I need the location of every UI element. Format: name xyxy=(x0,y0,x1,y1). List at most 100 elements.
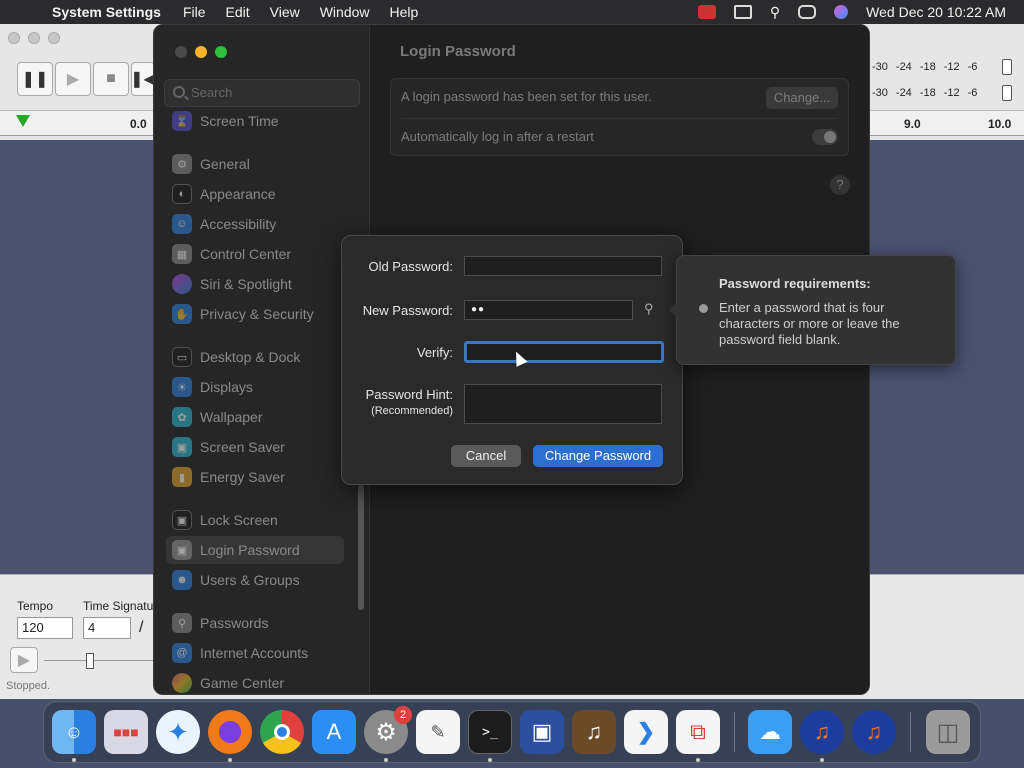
sidebar-item-privacy-security[interactable]: ✋ Privacy & Security xyxy=(166,300,344,328)
stop-button[interactable]: ■ xyxy=(93,62,129,96)
menu-view[interactable]: View xyxy=(270,4,300,20)
running-indicator xyxy=(696,758,700,762)
vmware-icon[interactable]: ⧉ xyxy=(676,710,720,754)
auto-login-label: Automatically log in after a restart xyxy=(401,129,594,144)
daw-zoom-icon[interactable] xyxy=(48,32,60,44)
sidebar-item-appearance[interactable]: ◐ Appearance xyxy=(166,180,344,208)
sidebar-item-screen-saver[interactable]: ▣ Screen Saver xyxy=(166,433,344,461)
chrome-icon[interactable] xyxy=(260,710,304,754)
daw-minimize-icon[interactable] xyxy=(28,32,40,44)
pause-button[interactable]: ❚❚ xyxy=(17,62,53,96)
password-hint-field[interactable] xyxy=(464,384,662,424)
sidebar-item-accessibility[interactable]: ☺ Accessibility xyxy=(166,210,344,238)
meter-slider[interactable] xyxy=(1002,85,1012,101)
sidebar-item-label: Lock Screen xyxy=(200,512,278,528)
app-store-icon[interactable]: A xyxy=(312,710,356,754)
sidebar-item-users-groups[interactable]: ☻ Users & Groups xyxy=(166,566,344,594)
menu-file[interactable]: File xyxy=(183,4,206,20)
skip-start-button[interactable]: ❚◀ xyxy=(130,62,156,96)
help-button[interactable]: ? xyxy=(830,175,850,195)
sidebar-item-energy-saver[interactable]: ▮ Energy Saver xyxy=(166,463,344,491)
sidebar-item-game-center[interactable]: Game Center xyxy=(166,669,344,694)
menu-window[interactable]: Window xyxy=(320,4,370,20)
sidebar-item-displays[interactable]: ☀ Displays xyxy=(166,373,344,401)
sidebar-item-label: Siri & Spotlight xyxy=(200,276,292,292)
popover-title: Password requirements: xyxy=(719,276,871,291)
key-icon[interactable]: ⚲ xyxy=(644,301,658,319)
control-center-icon: ▦ xyxy=(172,244,192,264)
ruler-mark: 0.0 xyxy=(130,117,147,131)
sun-icon: ☀ xyxy=(172,377,192,397)
zoom-icon[interactable] xyxy=(215,46,227,58)
audacity-icon[interactable]: ♫ xyxy=(800,710,844,754)
search-icon[interactable]: ⚲ xyxy=(770,4,780,21)
menu-clock[interactable]: Wed Dec 20 10:22 AM xyxy=(866,4,1006,20)
launchpad-icon[interactable]: ■■■ xyxy=(104,710,148,754)
requirement-status-icon xyxy=(699,304,708,313)
sidebar-item-label: Users & Groups xyxy=(200,572,300,588)
verify-field[interactable] xyxy=(464,341,664,363)
sidebar-item-passwords[interactable]: ⚲ Passwords xyxy=(166,609,344,637)
time-signature-label: Time Signatu xyxy=(83,599,154,613)
weather-icon[interactable]: ☁ xyxy=(748,710,792,754)
sidebar-item-label: General xyxy=(200,156,250,172)
close-icon[interactable] xyxy=(175,46,187,58)
running-indicator xyxy=(228,758,232,762)
menu-edit[interactable]: Edit xyxy=(226,4,250,20)
daw-close-icon[interactable] xyxy=(8,32,20,44)
auto-login-toggle[interactable] xyxy=(812,129,838,145)
play-button[interactable]: ▶ xyxy=(55,62,91,96)
old-password-field[interactable] xyxy=(464,256,662,276)
sidebar-item-siri-spotlight[interactable]: Siri & Spotlight xyxy=(166,270,344,298)
change-password-submit-button[interactable]: Change Password xyxy=(533,445,663,467)
meter-slider[interactable] xyxy=(1002,59,1012,75)
finder-icon[interactable]: ☺ xyxy=(52,710,96,754)
search-input[interactable]: Search xyxy=(164,79,360,107)
sidebar-item-desktop-dock[interactable]: ▭ Desktop & Dock xyxy=(166,343,344,371)
sidebar-item-internet-accounts[interactable]: @ Internet Accounts xyxy=(166,639,344,667)
meter-tick: -18 xyxy=(919,87,936,99)
safari-icon[interactable]: ✦ xyxy=(156,710,200,754)
verify-label: Verify: xyxy=(416,345,453,360)
status-app-icon[interactable] xyxy=(697,5,716,19)
sidebar-item-general[interactable]: ⚙ General xyxy=(166,150,344,178)
menu-help[interactable]: Help xyxy=(390,4,419,20)
audacity-icon[interactable]: ♫ xyxy=(852,710,896,754)
speed-slider-handle[interactable] xyxy=(86,653,94,669)
playhead-icon[interactable] xyxy=(16,115,30,127)
sidebar-item-login-password[interactable]: ▣ Login Password xyxy=(166,536,344,564)
running-indicator xyxy=(820,758,824,762)
minimize-icon[interactable] xyxy=(195,46,207,58)
meter-tick: -30 xyxy=(872,87,888,99)
cancel-button[interactable]: Cancel xyxy=(451,445,521,467)
firefox-icon[interactable] xyxy=(208,710,252,754)
screen-sharing-icon[interactable]: ▣ xyxy=(520,710,564,754)
sidebar-item-lock-screen[interactable]: ▣ Lock Screen xyxy=(166,506,344,534)
ruler-mark: 10.0 xyxy=(988,117,1012,131)
terminal-icon[interactable]: >_ xyxy=(468,710,512,754)
play-at-speed-button[interactable]: ▶ xyxy=(10,647,38,673)
system-settings-icon[interactable]: ⚙ 2 xyxy=(364,706,412,754)
textedit-icon[interactable]: ✎ xyxy=(416,710,460,754)
hand-icon: ✋ xyxy=(172,304,192,324)
control-center-icon[interactable] xyxy=(798,5,817,19)
sidebar-item-screen-time[interactable]: ⌛ Screen Time xyxy=(166,107,344,135)
sidebar-item-control-center[interactable]: ▦ Control Center xyxy=(166,240,344,268)
speed-slider[interactable] xyxy=(44,660,154,661)
siri-icon[interactable] xyxy=(834,5,849,19)
guitar-app-icon[interactable]: ♫ xyxy=(572,710,616,754)
new-password-field[interactable]: ●● xyxy=(464,300,633,320)
sidebar-item-label: Appearance xyxy=(200,186,276,202)
menu-app-name[interactable]: System Settings xyxy=(52,4,161,20)
tempo-input[interactable]: 120 xyxy=(17,617,73,639)
window-icon[interactable] xyxy=(733,5,752,19)
time-signature-input[interactable]: 4 xyxy=(83,617,131,639)
sidebar-scrollbar[interactable] xyxy=(358,485,364,610)
sidebar-item-label: Login Password xyxy=(200,542,300,558)
trash-icon[interactable]: ◫ xyxy=(926,710,970,754)
vscode-icon[interactable]: ❯ xyxy=(624,710,668,754)
sidebar-item-label: Control Center xyxy=(200,246,292,262)
sidebar-item-wallpaper[interactable]: ✿ Wallpaper xyxy=(166,403,344,431)
battery-icon: ▮ xyxy=(172,467,192,487)
change-password-button[interactable]: Change... xyxy=(766,87,838,109)
